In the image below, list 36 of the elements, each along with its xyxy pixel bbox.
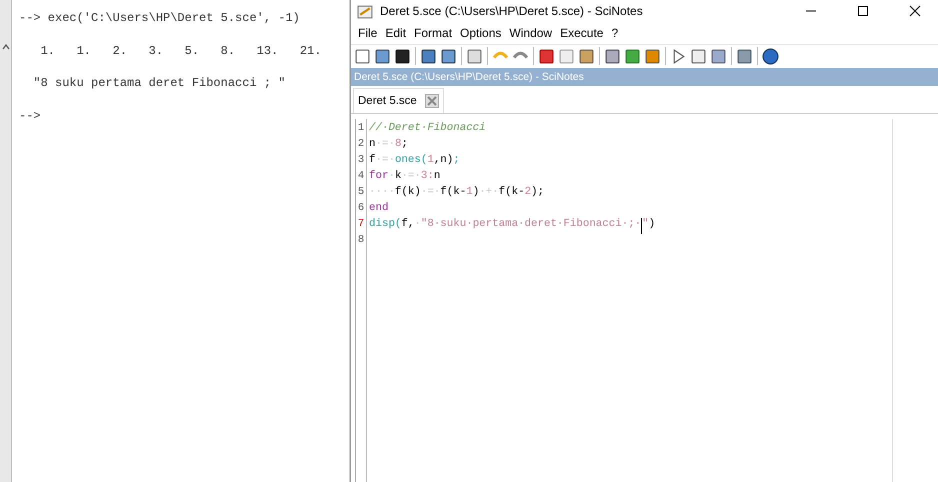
code-line: end — [369, 202, 390, 216]
console-line: "8 suku pertama deret Fibonacci ; " — [32, 75, 286, 92]
maximize-icon[interactable] — [857, 5, 869, 17]
menu-item[interactable]: Edit — [381, 26, 410, 40]
code-line: for·k·=·3:n — [369, 170, 442, 184]
line-number: 2 — [358, 138, 364, 152]
code-line: //·Deret·Fibonacci — [369, 122, 487, 136]
close-icon[interactable] — [909, 5, 921, 17]
code-line: disp(f,·"8·suku·pertama·deret·Fibonacci·;·") — [369, 218, 892, 234]
line-number: 8 — [358, 234, 364, 248]
code-editor[interactable]: //·Deret·Fibonacci n·=·8; f·=·ones(1,n); for·k·=·3:n ····f(k)·=·f(k-1)·+·f(k-2); end disp(f,·"8·suku·pertama·deret·Fibonacci·;·") — [367, 119, 893, 482]
menu-item[interactable]: ? — [607, 26, 622, 40]
console-line: --> — [19, 108, 42, 124]
window-title: Deret 5.sce (C:\Users\HP\Deret 5.sce) - SciNotes — [380, 4, 644, 18]
app-icon — [357, 2, 374, 20]
panel-title: Deret 5.sce (C:\Users\HP\Deret 5.sce) - SciNotes — [351, 68, 938, 86]
line-number: 4 — [358, 170, 364, 184]
line-number: 7 — [358, 218, 364, 232]
menu-item[interactable]: Options — [456, 26, 506, 40]
console-line: 1. 1. 2. 3. 5. 8. 13. 21. — [40, 42, 322, 60]
code-line: ····f(k)·=·f(k-1)·+·f(k-2); — [369, 186, 546, 200]
line-number: 5 — [358, 186, 364, 200]
console-line: --> exec('C:\Users\HP\Deret 5.sce', -1) — [19, 10, 301, 27]
close-tab-icon[interactable] — [424, 94, 439, 108]
line-number: 6 — [358, 202, 364, 216]
menu-item[interactable]: Window — [505, 26, 556, 40]
code-line: n·=·8; — [369, 138, 409, 152]
scrollbar[interactable] — [0, 0, 12, 482]
menu-item[interactable]: Format — [410, 26, 456, 40]
scroll-up-icon[interactable] — [2, 44, 10, 50]
line-number: 3 — [358, 154, 364, 168]
editor-tab[interactable]: Deret 5.sce — [353, 88, 444, 113]
line-number: 1 — [358, 122, 364, 136]
menu-item[interactable]: File — [354, 26, 382, 40]
menu-item[interactable]: Execute — [556, 26, 608, 40]
code-line: f·=·ones(1,n); — [369, 154, 461, 168]
